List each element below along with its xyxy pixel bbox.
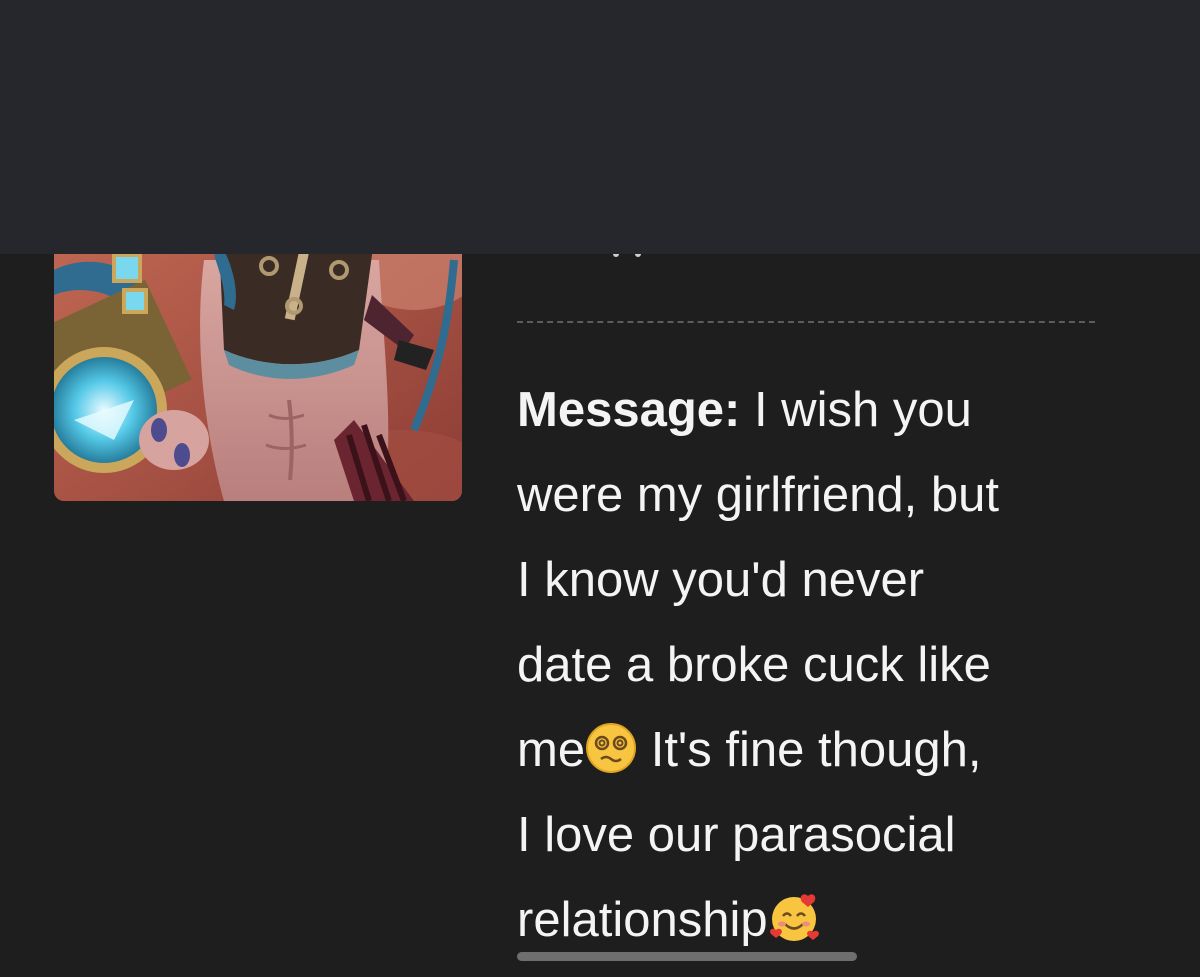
scroll-indicator[interactable] [517, 952, 857, 961]
message-label: Message: [517, 383, 741, 437]
top-overlay-bar [0, 0, 1200, 254]
screen: Message: I wish you were my girlfriend, … [0, 0, 1200, 977]
message-line-6: I love our parasocial [517, 808, 956, 862]
message-line-5: me It's fine though, [517, 723, 982, 777]
message-line-2: were my girlfriend, but [517, 468, 1000, 522]
message-text: Message: I wish you were my girlfriend, … [517, 368, 1117, 963]
smiling-face-with-hearts-emoji-icon [769, 894, 819, 941]
message-line-3: I know you'd never [517, 553, 925, 607]
message-line-4: date a broke cuck like [517, 638, 991, 692]
dizzy-face-emoji-icon [586, 723, 637, 773]
message-line-7: relationship [517, 878, 1117, 963]
message-line-1: Message: I wish you [517, 383, 972, 437]
dashed-divider [517, 321, 1095, 323]
